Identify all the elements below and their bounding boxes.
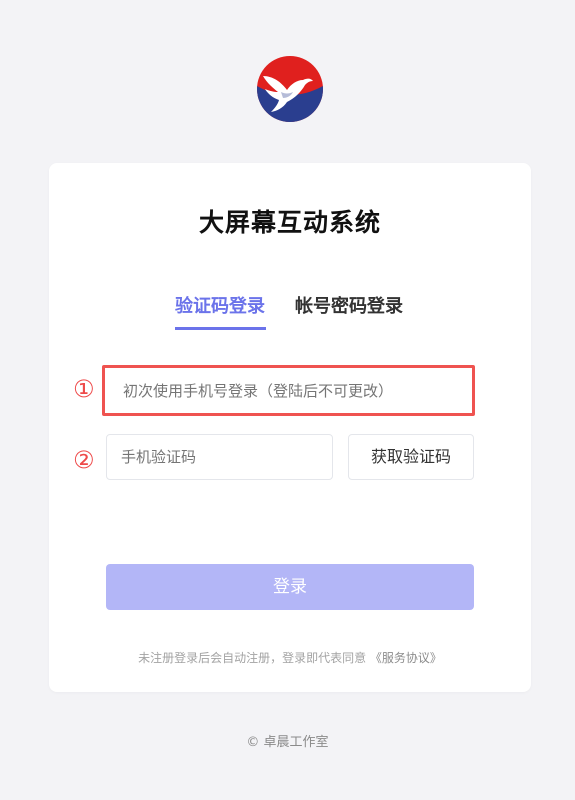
page-title: 大屏幕互动系统 [198,208,381,237]
login-button[interactable]: 登录 [106,564,474,610]
agreement-notice: 未注册登录后会自动注册，登录即代表同意 《服务协议》 [49,649,531,666]
verification-code-input[interactable] [106,434,333,480]
service-agreement-link[interactable]: 《服务协议》 [370,651,442,665]
copyright-footer: © 卓晨工作室 [246,735,329,750]
login-tabs: 验证码登录 帐号密码登录 [49,293,531,333]
step-marker-1: ① [73,375,95,403]
tab-password-login[interactable]: 帐号密码登录 [295,293,403,321]
active-tab-indicator [175,327,266,330]
phone-input[interactable] [109,372,463,409]
get-code-button[interactable]: 获取验证码 [348,434,474,480]
agreement-text: 未注册登录后会自动注册，登录即代表同意 [138,651,367,665]
phone-field-highlight [102,365,475,416]
tab-sms-code-login[interactable]: 验证码登录 [175,293,265,321]
eagle-logo-icon [257,56,323,122]
login-card: 大屏幕互动系统 验证码登录 帐号密码登录 ① ② 获取验证码 登录 未注册登录后… [49,163,531,692]
step-marker-2: ② [73,446,95,474]
